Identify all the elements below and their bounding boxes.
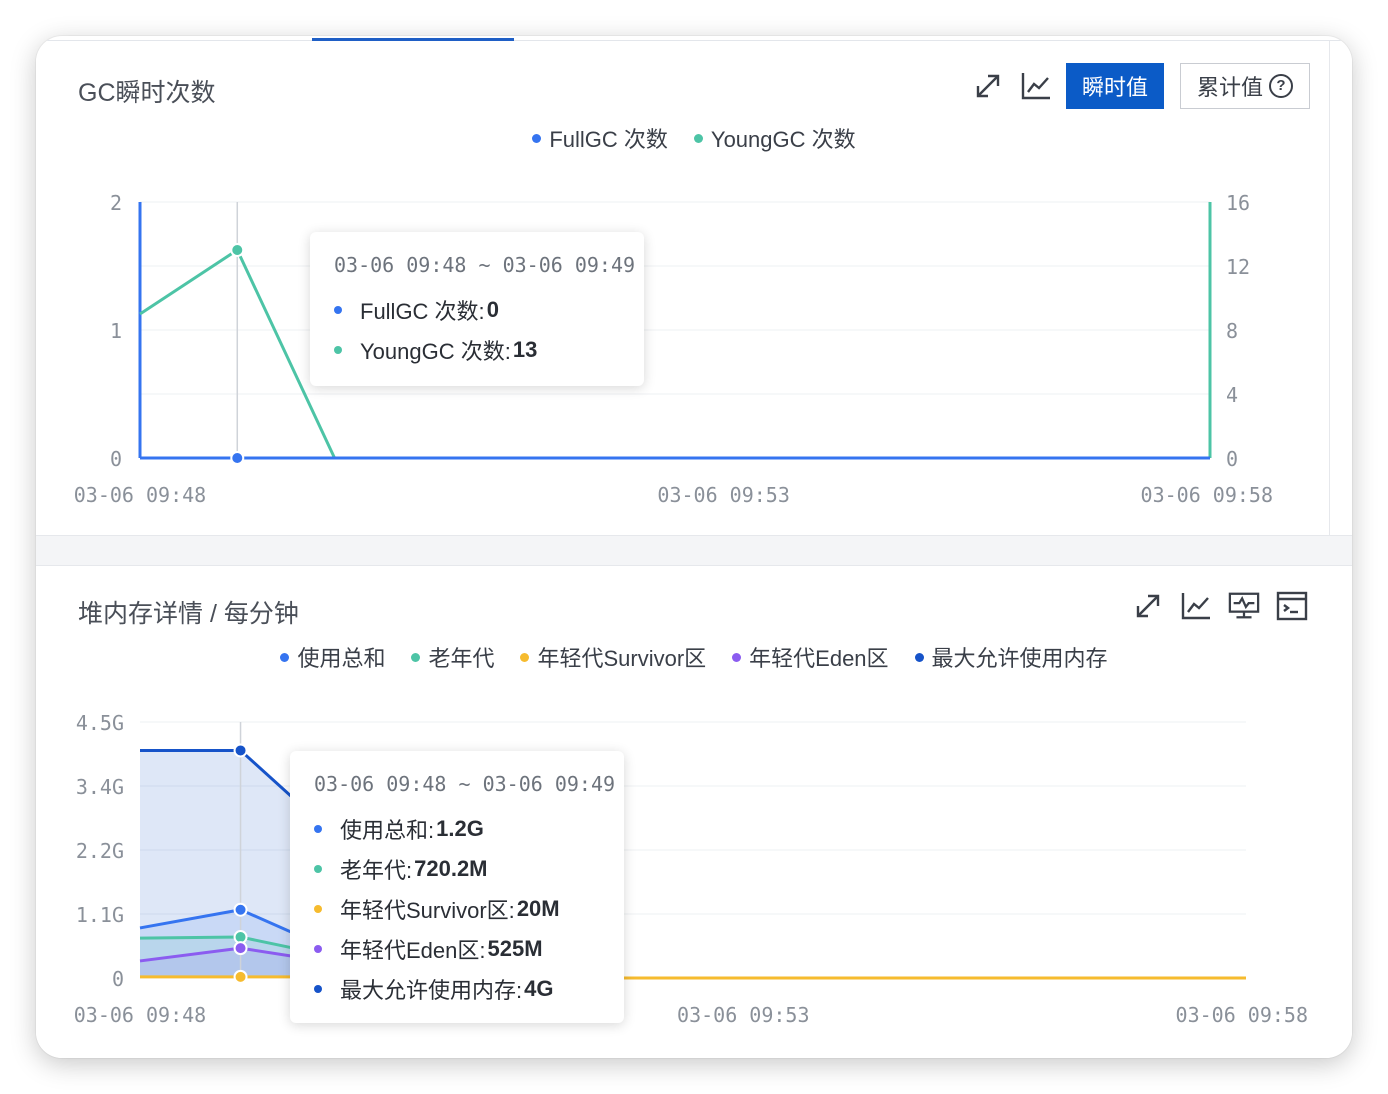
heap-tooltip-row-label: 老年代: xyxy=(340,858,413,883)
heap-tooltip-row-value: 20M xyxy=(516,896,560,921)
heap-tooltip: 03-06 09:48 ~ 03-06 09:49 使用总和: 1.2G 老年代… xyxy=(290,751,624,1023)
gc-point-younggc xyxy=(230,243,245,257)
gc-tooltip: 03-06 09:48 ~ 03-06 09:49 FullGC 次数: 0 Y… xyxy=(310,232,644,386)
heap-chart: 0 1.1G 2.2G 3.4G 4.5G 03-06 09:48 03-06 09:53 0… xyxy=(74,711,1308,1027)
heap-y-tick-label: 1.1G xyxy=(76,903,124,927)
gc-x-tick-label: 03-06 09:53 xyxy=(657,483,789,507)
gc-chart: 048121601203-06 09:48 03-06 09:53 03-06 09… xyxy=(74,191,1273,507)
gc-tooltip-row-value: 13 xyxy=(512,337,538,362)
heap-x-tick-label: 03-06 09:48 xyxy=(74,1003,206,1027)
gc-tooltip-row-label: FullGC 次数: xyxy=(360,299,485,324)
dashboard-card: GC瞬时次数 瞬时值 累计值 ? FullGC 次数 YoungGC 次数 048… xyxy=(36,36,1352,1058)
heap-tooltip-title: 03-06 09:48 ~ 03-06 09:49 xyxy=(314,772,616,796)
heap-y-tick-label: 0 xyxy=(112,967,124,991)
heap-tooltip-row-value: 4G xyxy=(524,976,554,1001)
heap-y-tick-label: 3.4G xyxy=(76,775,124,799)
gc-tooltip-row-value: 0 xyxy=(486,297,499,322)
gc-tooltip-row-dot xyxy=(334,306,342,314)
gc-x-tick-label: 03-06 09:58 xyxy=(1141,483,1273,507)
heap-tooltip-row: 最大允许使用内存: 4G xyxy=(314,969,600,1009)
heap-tooltip-row: 年轻代Survivor区: 20M xyxy=(314,889,600,929)
heap-hover-point xyxy=(233,902,248,917)
gc-tooltip-row: YoungGC 次数: 13 xyxy=(334,330,620,370)
heap-tooltip-row-dot xyxy=(314,825,322,833)
heap-hover-point xyxy=(233,743,248,758)
gc-right-tick-label: 12 xyxy=(1226,255,1250,279)
heap-tooltip-row-label: 年轻代Survivor区: xyxy=(340,898,515,923)
heap-tooltip-row: 老年代: 720.2M xyxy=(314,849,600,889)
heap-x-tick-label: 03-06 09:53 xyxy=(677,1003,809,1027)
heap-tooltip-row-label: 使用总和: xyxy=(340,818,435,843)
heap-tooltip-row: 年轻代Eden区: 525M xyxy=(314,929,600,969)
heap-tooltip-row-label: 最大允许使用内存: xyxy=(340,978,523,1003)
heap-hover-point xyxy=(233,941,248,956)
heap-tooltip-row-dot xyxy=(314,945,322,953)
gc-right-tick-label: 4 xyxy=(1226,383,1238,407)
gc-tooltip-row-dot xyxy=(334,346,342,354)
heap-tooltip-row-dot xyxy=(314,905,322,913)
gc-tooltip-row-label: YoungGC 次数: xyxy=(360,339,511,364)
gc-left-tick-label: 0 xyxy=(110,447,122,471)
heap-tooltip-row: 使用总和: 1.2G xyxy=(314,809,600,849)
gc-right-tick-label: 8 xyxy=(1226,319,1238,343)
heap-tooltip-row-value: 525M xyxy=(487,936,543,961)
gc-tooltip-row: FullGC 次数: 0 xyxy=(334,290,620,330)
heap-tooltip-row-dot xyxy=(314,985,322,993)
gc-series-line-younggc xyxy=(139,248,1210,460)
gc-right-tick-label: 16 xyxy=(1226,191,1250,215)
heap-tooltip-row-label: 年轻代Eden区: xyxy=(340,938,486,963)
gc-right-tick-label: 0 xyxy=(1226,447,1238,471)
heap-tooltip-row-dot xyxy=(314,865,322,873)
gc-tooltip-title: 03-06 09:48 ~ 03-06 09:49 xyxy=(334,253,636,277)
gc-left-tick-label: 1 xyxy=(110,319,122,343)
gc-x-tick-label: 03-06 09:48 xyxy=(74,483,206,507)
gc-point-fullgc xyxy=(230,451,245,465)
heap-hover-point xyxy=(233,969,248,984)
heap-tooltip-row-value: 1.2G xyxy=(436,816,484,841)
gc-panel: GC瞬时次数 瞬时值 累计值 ? FullGC 次数 YoungGC 次数 048… xyxy=(36,41,1352,535)
heap-y-tick-label: 2.2G xyxy=(76,839,124,863)
heap-tooltip-row-value: 720.2M xyxy=(414,856,488,881)
heap-panel: 堆内存详情 / 每分钟 使用总和 老年代 年轻代Survivor区 年轻代Eden区最… xyxy=(36,566,1352,1058)
panel-gap xyxy=(36,535,1352,566)
heap-y-tick-label: 4.5G xyxy=(76,711,124,735)
heap-x-tick-label: 03-06 09:58 xyxy=(1176,1003,1308,1027)
gc-left-tick-label: 2 xyxy=(110,191,122,215)
